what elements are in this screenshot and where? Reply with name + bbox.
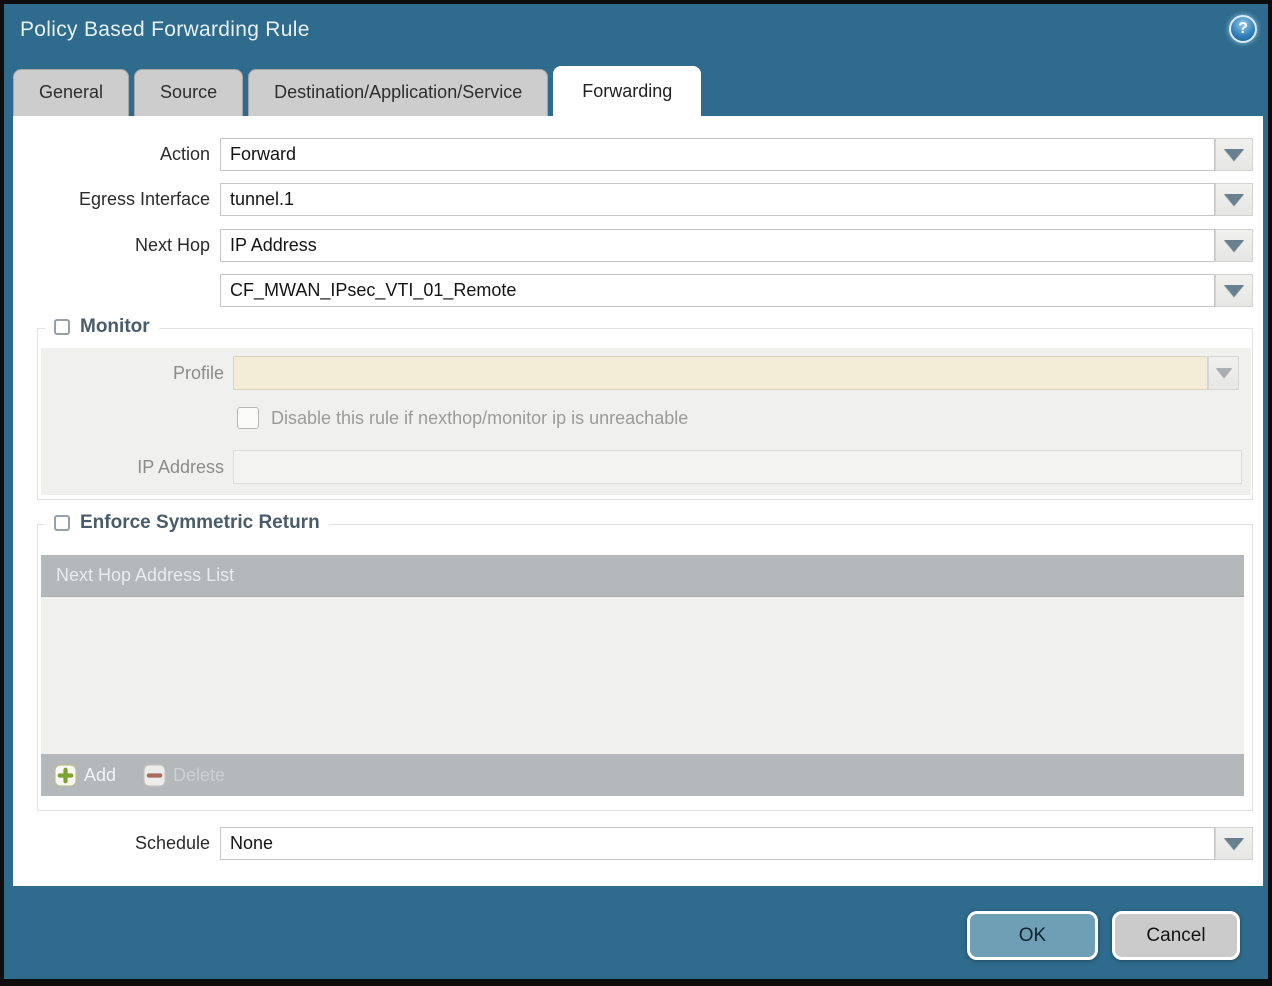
next-hop-address-list-toolbar: Add Delete — [41, 754, 1244, 796]
dialog-title: Policy Based Forwarding Rule — [20, 18, 310, 42]
schedule-dropdown-button[interactable] — [1215, 827, 1253, 860]
chevron-down-icon — [1224, 149, 1244, 161]
monitor-section: Monitor Profile Disable this rule if nex… — [37, 328, 1253, 500]
profile-dropdown-button — [1208, 356, 1239, 390]
next-hop-type-dropdown[interactable]: IP Address — [220, 229, 1215, 262]
schedule-dropdown[interactable]: None — [220, 827, 1215, 860]
add-icon — [54, 764, 77, 787]
action-dropdown[interactable]: Forward — [220, 138, 1215, 171]
delete-button-label: Delete — [173, 765, 225, 786]
tab-general[interactable]: General — [13, 69, 129, 116]
egress-interface-value: tunnel.1 — [230, 189, 294, 210]
enforce-symmetric-return-legend: Enforce Symmetric Return — [45, 512, 329, 534]
ok-button[interactable]: OK — [967, 911, 1098, 960]
cancel-button[interactable]: Cancel — [1112, 911, 1240, 960]
monitor-checkbox[interactable] — [54, 319, 70, 335]
profile-label: Profile — [41, 356, 224, 390]
enforce-symmetric-return-checkbox[interactable] — [54, 515, 70, 531]
enforce-symmetric-return-legend-label: Enforce Symmetric Return — [80, 512, 320, 534]
next-hop-label: Next Hop — [13, 229, 210, 262]
question-mark-glyph: ? — [1238, 20, 1248, 38]
egress-interface-dropdown-button[interactable] — [1215, 183, 1253, 216]
egress-interface-dropdown[interactable]: tunnel.1 — [220, 183, 1215, 216]
tab-bar: General Source Destination/Application/S… — [13, 66, 701, 116]
forwarding-tab-panel: Action Forward Egress Interface tunnel.1… — [13, 116, 1263, 886]
next-hop-address-dropdown-button[interactable] — [1215, 274, 1253, 307]
tab-forwarding[interactable]: Forwarding — [553, 66, 701, 116]
schedule-label: Schedule — [13, 827, 210, 860]
chevron-down-icon — [1216, 368, 1232, 378]
next-hop-type-value: IP Address — [230, 235, 317, 256]
next-hop-address-list-body — [41, 597, 1244, 754]
egress-interface-label: Egress Interface — [13, 183, 210, 216]
disable-rule-checkbox — [237, 407, 259, 429]
enforce-symmetric-return-section: Enforce Symmetric Return Next Hop Addres… — [37, 524, 1253, 811]
chevron-down-icon — [1224, 285, 1244, 297]
next-hop-address-list-table: Next Hop Address List Add Delete — [41, 555, 1244, 796]
chevron-down-icon — [1224, 240, 1244, 252]
disable-rule-label: Disable this rule if nexthop/monitor ip … — [271, 407, 688, 430]
delete-icon — [143, 764, 166, 787]
delete-button[interactable]: Delete — [143, 764, 225, 787]
monitor-ip-address-input — [233, 450, 1242, 484]
add-button-label: Add — [84, 765, 116, 786]
action-value: Forward — [230, 144, 296, 165]
monitor-legend-label: Monitor — [80, 316, 150, 338]
monitor-legend: Monitor — [45, 316, 159, 338]
action-dropdown-button[interactable] — [1215, 138, 1253, 171]
tab-destination-application-service[interactable]: Destination/Application/Service — [248, 69, 548, 116]
next-hop-address-dropdown[interactable]: CF_MWAN_IPsec_VTI_01_Remote — [220, 274, 1215, 307]
chevron-down-icon — [1224, 194, 1244, 206]
tab-source[interactable]: Source — [134, 69, 243, 116]
next-hop-address-list-header: Next Hop Address List — [41, 555, 1244, 597]
next-hop-type-dropdown-button[interactable] — [1215, 229, 1253, 262]
monitor-panel: Profile Disable this rule if nexthop/mon… — [41, 348, 1251, 495]
action-label: Action — [13, 138, 210, 171]
profile-dropdown — [233, 356, 1208, 390]
monitor-ip-address-label: IP Address — [41, 450, 224, 484]
next-hop-address-value: CF_MWAN_IPsec_VTI_01_Remote — [230, 280, 516, 301]
schedule-value: None — [230, 833, 273, 854]
next-hop-address-list-header-label: Next Hop Address List — [56, 565, 234, 586]
chevron-down-icon — [1224, 838, 1244, 850]
help-icon[interactable]: ? — [1229, 15, 1257, 43]
add-button[interactable]: Add — [54, 764, 116, 787]
